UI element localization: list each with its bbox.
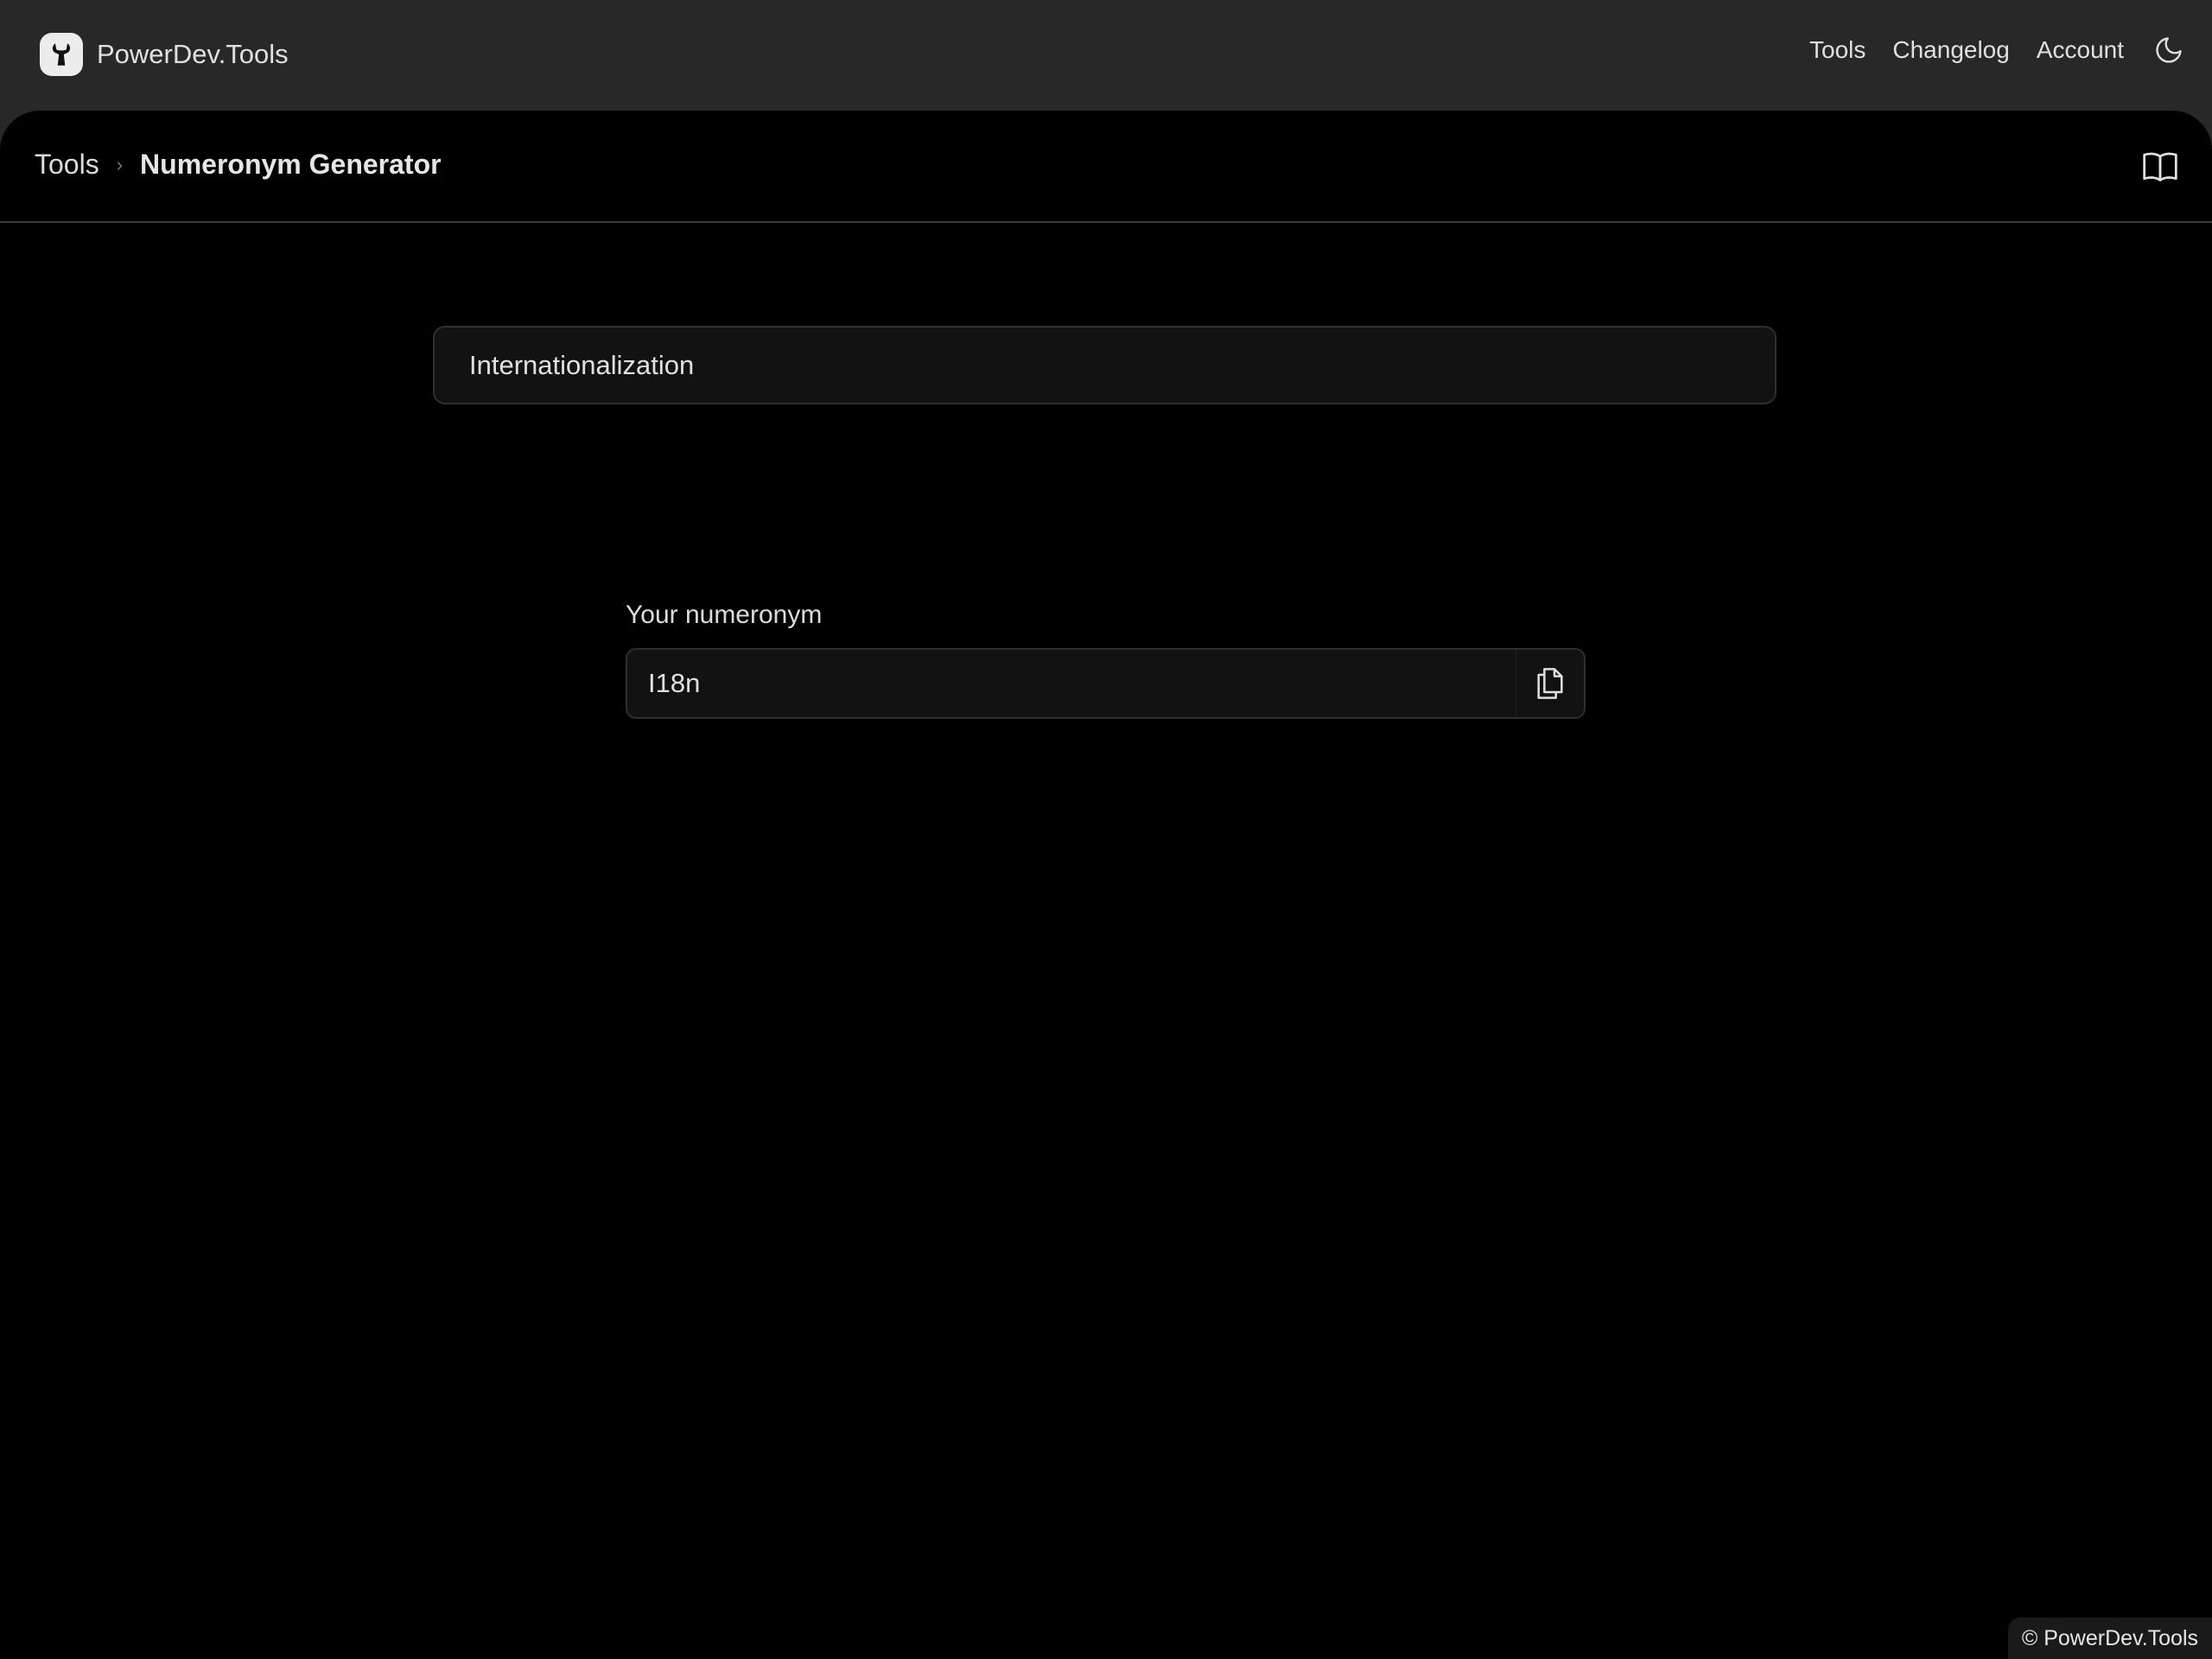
main-nav: Tools Changelog Account [1783,33,2186,67]
docs-button[interactable] [2141,147,2179,185]
nav-tools[interactable]: Tools [1809,36,1866,64]
moon-icon [2156,37,2182,63]
footer-copyright: © PowerDev.Tools [2007,1618,2212,1659]
copy-button[interactable] [1516,650,1584,717]
brand-link[interactable]: PowerDev.Tools [40,33,289,76]
numeronym-output[interactable]: I18n [626,648,1586,719]
brand-name: PowerDev.Tools [97,39,289,69]
word-input[interactable]: Internationalization [433,326,1777,404]
output-label: Your numeronym [626,601,823,629]
book-open-icon [2143,152,2177,181]
copy-icon [1537,668,1563,699]
nav-changelog[interactable]: Changelog [1892,36,2009,64]
nav-account[interactable]: Account [2037,36,2124,64]
wrench-icon [40,33,83,76]
breadcrumb-tools[interactable]: Tools [35,149,99,181]
page-title: Numeronym Generator [140,149,442,180]
chevron-right-icon: › [116,153,124,175]
numeronym-value[interactable]: I18n [627,668,1516,699]
breadcrumb: Tools › Numeronym Generator [35,149,442,181]
breadcrumb-bar: Tools › Numeronym Generator [0,111,2212,223]
theme-toggle-button[interactable] [2152,33,2186,67]
main-content: Tools › Numeronym Generator Internationa… [0,111,2212,1659]
top-navbar: PowerDev.Tools Tools Changelog Account [0,0,2212,111]
